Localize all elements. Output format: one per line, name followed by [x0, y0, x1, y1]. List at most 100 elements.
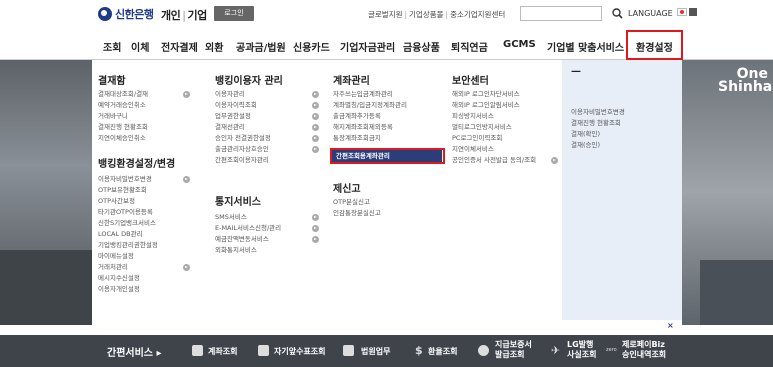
menu-link[interactable]: 결재(확인): [571, 130, 600, 139]
menu-link[interactable]: 예금잔액변동서비스: [215, 235, 269, 244]
menu-link[interactable]: 결재선관리: [215, 123, 245, 132]
search-input[interactable]: [520, 6, 602, 21]
gnb-utility-court[interactable]: 공과금/법원: [236, 39, 286, 54]
chevron-right-icon[interactable]: [312, 135, 319, 142]
chevron-right-icon[interactable]: [312, 91, 319, 98]
close-icon[interactable]: ×: [667, 321, 674, 330]
menu-link[interactable]: 해외IP 로그인차단서비스: [452, 90, 520, 99]
menu-link[interactable]: 이용자비밀번호변경: [98, 175, 152, 184]
gnb-foreign-exchange[interactable]: 외환: [205, 39, 223, 54]
chevron-right-icon[interactable]: [183, 264, 190, 271]
menu-link[interactable]: 기업뱅킹관리권한설정: [98, 241, 158, 250]
mode-personal[interactable]: 개인: [161, 9, 181, 22]
gnb-gcms[interactable]: GCMS: [503, 39, 536, 50]
menu-link[interactable]: 거래바구니: [98, 112, 128, 121]
menu-link[interactable]: 이용자관리: [215, 90, 245, 99]
chevron-right-icon[interactable]: [312, 214, 319, 221]
menu-link[interactable]: 이용자이력조회: [215, 101, 257, 110]
chevron-right-icon[interactable]: [183, 91, 190, 98]
menu-banking-settings-title[interactable]: 뱅킹환경설정/변경: [98, 155, 175, 170]
menu-link[interactable]: 결재대상조회/결재: [98, 90, 148, 99]
menu-link[interactable]: 자주쓰는입금계좌관리: [333, 90, 393, 99]
login-button[interactable]: 로그인: [214, 6, 254, 21]
gnb-financial-products[interactable]: 금융상품: [403, 39, 440, 54]
gnb-transfer[interactable]: 이체: [131, 39, 149, 54]
menu-link[interactable]: 거래처관리: [98, 263, 128, 272]
gnb-pension[interactable]: 퇴직연금: [451, 39, 488, 54]
menu-link[interactable]: SMS서비스: [215, 213, 247, 222]
gnb-custom-services[interactable]: 기업별 맞춤서비스: [547, 39, 624, 54]
quick-account-inquiry[interactable]: 계좌조회: [208, 347, 237, 356]
quick-guarantee-line1[interactable]: 지급보증서: [495, 340, 532, 349]
chevron-right-icon[interactable]: [312, 236, 319, 243]
quick-lg-line2[interactable]: 사실조회: [567, 350, 596, 359]
menu-link[interactable]: 해외IP 로그인알림서비스: [452, 101, 520, 110]
util-sme[interactable]: 중소기업지원센터: [450, 10, 505, 19]
menu-link[interactable]: OTP보유현황조회: [98, 186, 147, 195]
quick-exchange-rate[interactable]: 환율조회: [428, 347, 457, 356]
menu-link[interactable]: 지연이체서비스: [452, 145, 494, 154]
menu-link[interactable]: 결재(승인): [571, 141, 600, 150]
menu-user-mgmt-title[interactable]: 뱅킹이용자 관리: [215, 72, 283, 87]
menu-link[interactable]: 이용자비밀번호변경: [571, 108, 625, 117]
quick-lg-line1[interactable]: LG발행: [567, 340, 593, 349]
search-icon[interactable]: [612, 8, 623, 19]
chevron-right-icon[interactable]: [312, 146, 319, 153]
menu-account-mgmt-title[interactable]: 계좌관리: [333, 72, 370, 87]
quick-service-title[interactable]: 간편서비스 ▸: [107, 344, 162, 359]
menu-link[interactable]: 메시지수신설정: [98, 274, 140, 283]
menu-link[interactable]: 인감통장분실신고: [333, 209, 381, 218]
menu-link[interactable]: 이용자개인설정: [98, 285, 140, 294]
menu-link[interactable]: OTP분실신고: [333, 198, 370, 207]
shinhan-logo[interactable]: 신한은행: [98, 6, 154, 22]
gnb-inquiry[interactable]: 조회: [103, 39, 121, 54]
menu-link[interactable]: 신한S기업뱅크서비스: [98, 219, 156, 228]
menu-notification-title[interactable]: 통지서비스: [215, 193, 261, 208]
menu-link[interactable]: 계좌별칭/입금지정계좌관리: [333, 101, 407, 110]
menu-link[interactable]: 마이메뉴설정: [98, 252, 134, 261]
korea-flag-icon[interactable]: [677, 8, 687, 16]
menu-link[interactable]: 출금관리자상호승인: [215, 145, 269, 154]
gnb-fund-management[interactable]: 기업자금관리: [340, 39, 395, 54]
gnb-credit-card[interactable]: 신용카드: [293, 39, 330, 54]
gnb-epayment[interactable]: 전자결제: [161, 39, 198, 54]
chevron-right-icon[interactable]: [312, 102, 319, 109]
menu-link[interactable]: 결재진행 현황조회: [98, 123, 148, 132]
menu-link[interactable]: 통장계좌조회금지: [333, 134, 381, 143]
util-mall[interactable]: 기업상품몰: [409, 10, 444, 19]
menu-link[interactable]: 멀티로그인방지서비스: [452, 123, 512, 132]
menu-security-center-title[interactable]: 보안센터: [452, 72, 489, 87]
mode-business[interactable]: 기업: [187, 9, 207, 22]
menu-link[interactable]: 결재진행 현황조회: [571, 119, 621, 128]
chevron-right-icon[interactable]: [312, 113, 319, 120]
menu-link[interactable]: 공인인증서 사전발급 동의/조회: [452, 156, 536, 165]
chevron-right-icon[interactable]: [551, 157, 558, 164]
menu-link[interactable]: 피싱방지서비스: [452, 112, 494, 121]
menu-link[interactable]: 예약거래승인취소: [98, 101, 146, 110]
util-global[interactable]: 글로벌지원: [368, 10, 403, 19]
quick-check-inquiry[interactable]: 자기앞수표조회: [274, 347, 326, 356]
menu-link[interactable]: 업무권한설정: [215, 112, 251, 121]
chevron-right-icon[interactable]: [312, 124, 319, 131]
language-dropdown-icon[interactable]: [689, 8, 697, 16]
quick-zeropay-line2[interactable]: 승인내역조회: [622, 350, 666, 359]
quick-court-services[interactable]: 법원업무: [361, 347, 390, 356]
menu-link[interactable]: OTP사간보정: [98, 197, 135, 206]
chevron-right-icon[interactable]: [312, 225, 319, 232]
menu-link[interactable]: 해지계좌조회제외등록: [333, 123, 393, 132]
quick-zeropay-line1[interactable]: 제로페이Biz: [622, 340, 665, 349]
language-label[interactable]: LANGUAGE: [628, 9, 673, 18]
menu-approval-title[interactable]: 결재함: [98, 72, 126, 87]
chevron-right-icon[interactable]: [183, 176, 190, 183]
menu-link[interactable]: E-MAIL서비스신청/관리: [215, 224, 281, 233]
menu-link[interactable]: 지연이체승인취소: [98, 134, 146, 143]
menu-link[interactable]: 출금계좌추가등록: [333, 112, 381, 121]
menu-reports-title[interactable]: 제신고: [333, 180, 361, 195]
menu-link[interactable]: 승인자 전결권한설정: [215, 134, 271, 143]
menu-link[interactable]: LOCAL DB관리: [98, 230, 143, 239]
quick-guarantee-line2[interactable]: 발급조회: [495, 350, 524, 359]
menu-link[interactable]: 외화통지서비스: [215, 246, 257, 255]
menu-link[interactable]: 타기관OTP이용등록: [98, 208, 153, 217]
menu-link[interactable]: PC로그인이력조회: [452, 134, 502, 143]
menu-link[interactable]: 간편조회이용자관리: [215, 156, 269, 165]
